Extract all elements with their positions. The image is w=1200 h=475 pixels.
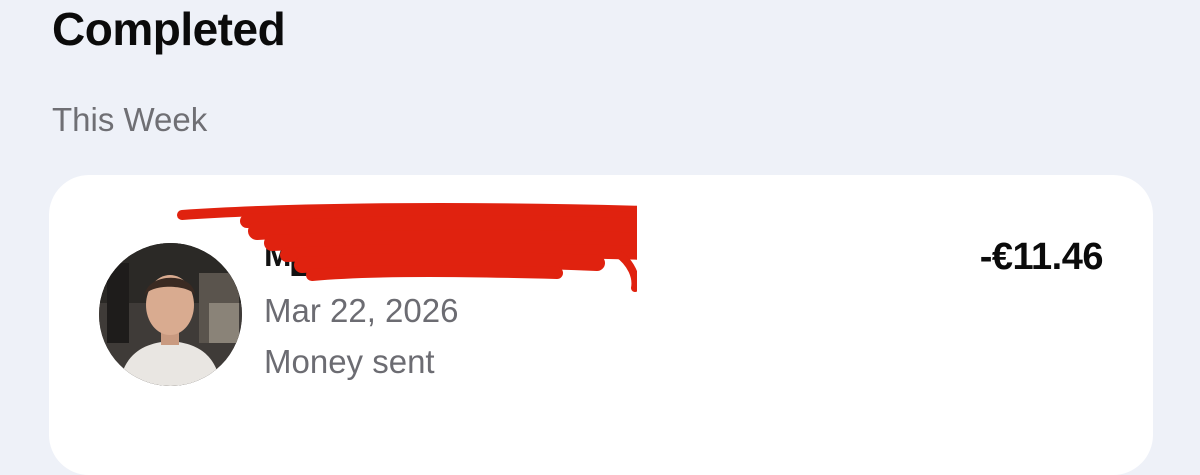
redaction-scribble — [177, 203, 637, 292]
transaction-date: Mar 22, 2026 — [264, 292, 459, 329]
transaction-card[interactable]: M███ ███████ Mar 22, 2026 Money sent -€1… — [49, 175, 1153, 475]
transaction-type: Money sent — [264, 343, 435, 380]
page-title: Completed — [52, 3, 286, 55]
transaction-amount: -€11.46 — [979, 236, 1104, 278]
date-group-label: This Week — [52, 101, 208, 138]
